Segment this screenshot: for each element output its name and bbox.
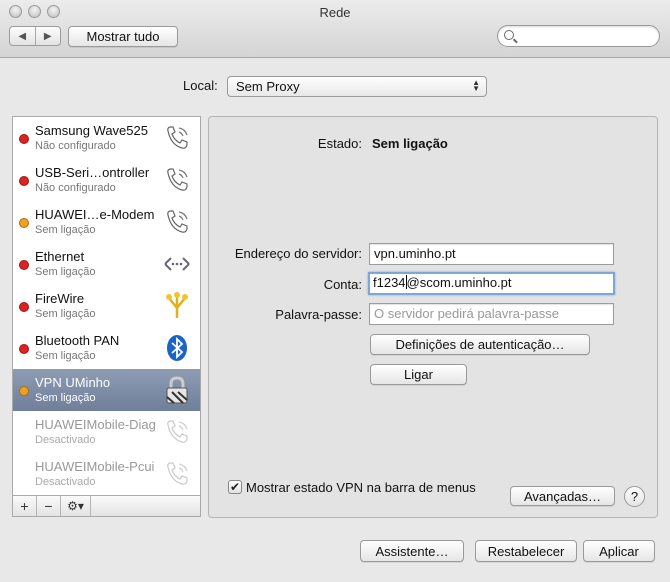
service-name: USB-Seri…ontroller [35,165,150,180]
service-status: Sem ligação [35,266,96,278]
service-item-bluetooth[interactable]: Bluetooth PAN Sem ligação [13,327,200,369]
phone-icon [167,462,188,485]
show-all-button[interactable]: Mostrar tudo [68,26,178,47]
service-name: VPN UMinho [35,375,111,390]
status-dot [19,260,29,270]
status-label: Estado: [317,136,362,151]
show-vpn-status-checkbox[interactable]: ✔ [228,480,242,494]
window-title: Rede [319,5,351,20]
revert-button[interactable]: Restabelecer [475,540,577,562]
service-name: Ethernet [35,249,85,264]
status-dot [19,134,29,144]
service-name: HUAWEIMobile-Pcui [35,459,155,474]
forward-icon[interactable]: ▶ [34,27,61,45]
status-dot [19,386,29,396]
authentication-settings-button[interactable]: Definições de autenticação… [370,334,590,355]
status-dot [19,218,29,228]
server-address-label: Endereço do servidor: [234,246,362,261]
service-status: Sem ligação [35,392,96,404]
service-name: Samsung Wave525 [35,123,148,138]
toolbar: Rede ◀ ▶ Mostrar tudo [0,0,670,58]
assistant-button[interactable]: Assistente… [360,540,464,562]
nav-segment: ◀ ▶ [9,26,61,46]
service-item-ethernet[interactable]: Ethernet Sem ligação [13,243,200,285]
service-item-huawei-modem[interactable]: HUAWEI…e-Modem Sem ligação [13,201,200,243]
service-list-controls: + − ⚙▾ [12,496,201,517]
account-text-before-caret: f1234 [373,275,406,290]
ethernet-icon [164,257,190,271]
search-icon [504,30,514,40]
status-value: Sem ligação [372,136,448,151]
service-status: Sem ligação [35,224,96,236]
status-dot [19,302,29,312]
back-icon[interactable]: ◀ [10,27,35,45]
search-input[interactable] [518,28,653,44]
phone-icon [167,420,188,443]
service-status: Desactivado [35,476,96,488]
show-vpn-status-label: Mostrar estado VPN na barra de menus [246,480,476,495]
status-dot [19,344,29,354]
service-item-huawei-diag[interactable]: HUAWEIMobile-Diag Desactivado [13,411,200,453]
firewire-icon [166,292,188,318]
account-field[interactable]: f1234@scom.uminho.pt [368,272,615,295]
account-label: Conta: [323,277,362,292]
service-name: FireWire [35,291,85,306]
location-value: Sem Proxy [236,79,300,94]
service-status: Desactivado [35,434,96,446]
service-item-samsung[interactable]: Samsung Wave525 Não configurado [13,117,200,159]
service-status: Não configurado [35,182,116,194]
service-item-firewire[interactable]: FireWire Sem ligação [13,285,200,327]
add-service-button[interactable]: + [13,496,37,516]
phone-icon [167,210,188,233]
location-label: Local: [183,78,218,93]
bluetooth-icon [167,335,187,361]
service-status: Sem ligação [35,308,96,320]
account-text-after-caret: @scom.uminho.pt [406,275,512,290]
updown-arrows-icon: ▲ ▼ [472,78,480,93]
server-address-field[interactable]: vpn.uminho.pt [369,243,614,265]
service-name: HUAWEI…e-Modem [35,207,155,222]
lock-icon [166,376,188,404]
search-field[interactable] [497,25,660,47]
service-status: Não configurado [35,140,116,152]
password-field[interactable]: O servidor pedirá palavra-passe [369,303,614,325]
service-list: Samsung Wave525 Não configurado USB-Seri… [12,116,201,496]
apply-button[interactable]: Aplicar [583,540,655,562]
service-status: Sem ligação [35,350,96,362]
service-name: HUAWEIMobile-Diag [35,417,156,432]
help-button[interactable]: ? [624,486,645,507]
advanced-button[interactable]: Avançadas… [510,486,615,506]
service-name: Bluetooth PAN [35,333,120,348]
service-item-usb-serial[interactable]: USB-Seri…ontroller Não configurado [13,159,200,201]
connect-button[interactable]: Ligar [370,364,467,385]
phone-icon [167,126,188,149]
gear-icon[interactable]: ⚙▾ [61,496,91,516]
status-dot [19,176,29,186]
service-item-vpn-uminho[interactable]: VPN UMinho Sem ligação [13,369,200,411]
location-select[interactable]: Sem Proxy ▲ ▼ [227,76,487,97]
service-item-huawei-pcui[interactable]: HUAWEIMobile-Pcui Desactivado [13,453,200,495]
remove-service-button[interactable]: − [37,496,61,516]
phone-icon [167,168,188,191]
password-label: Palavra-passe: [275,307,362,322]
